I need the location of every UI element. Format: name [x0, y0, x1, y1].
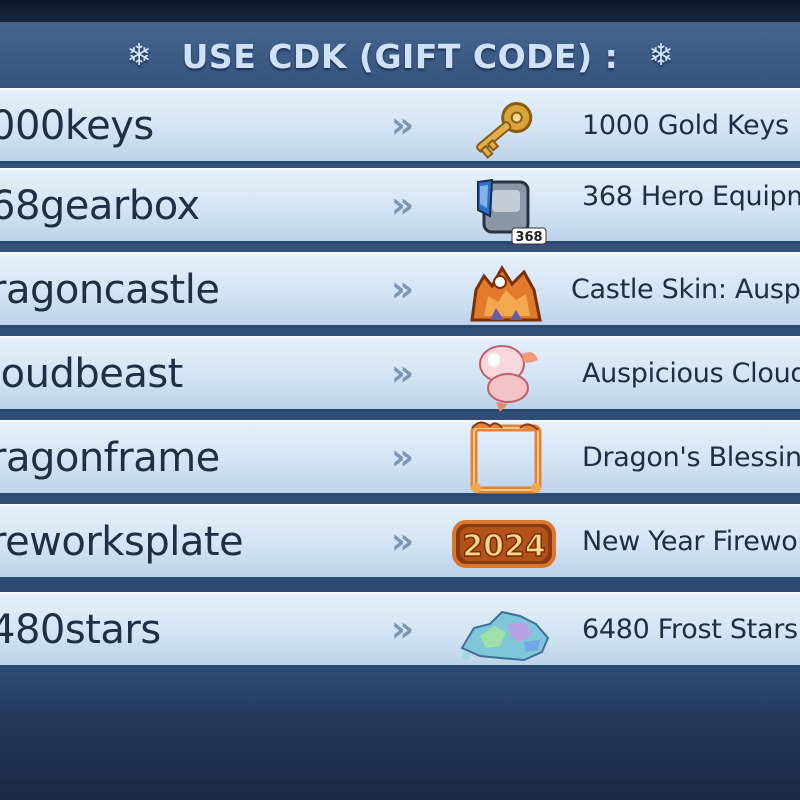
snowflake-icon: ❄ — [648, 38, 674, 73]
reward-label: 1000 Gold Keys — [582, 110, 789, 141]
gift-code-text[interactable]: 68gearbox — [0, 170, 200, 241]
page-title: USE CDK (GIFT CODE) : — [181, 36, 619, 76]
double-chevron-right-icon: » — [390, 437, 414, 478]
snowflake-icon: ❄ — [126, 38, 152, 73]
gift-code-text[interactable]: ragoncastle — [0, 254, 220, 325]
code-row: 68gearbox » 368 368 Hero Equipme — [0, 168, 800, 245]
panel-bottom-edge — [0, 672, 800, 712]
plate-year-text: 2024 — [462, 529, 546, 564]
dragon-castle-icon — [450, 250, 560, 332]
code-row: 000keys » 1000 Gold Keys — [0, 88, 800, 164]
double-chevron-right-icon: » — [390, 185, 414, 226]
gold-key-icon — [450, 86, 560, 168]
reward-label: 6480 Frost Stars — [582, 614, 798, 645]
dragon-frame-icon — [450, 418, 560, 500]
background-floor — [0, 712, 800, 800]
double-chevron-right-icon: » — [390, 521, 414, 562]
panel-header: ❄ USE CDK (GIFT CODE) : ❄ — [0, 22, 800, 93]
double-chevron-right-icon: » — [390, 269, 414, 310]
gift-code-text[interactable]: ragonframe — [0, 422, 220, 493]
code-row: loudbeast » Auspicious Cloud — [0, 336, 800, 412]
gift-code-text[interactable]: 000keys — [0, 90, 154, 161]
code-row: ragonframe » Dragon's Blessing — [0, 420, 800, 496]
gear-box-badge: 368 — [515, 230, 542, 245]
double-chevron-right-icon: » — [390, 609, 414, 650]
code-row: ragoncastle » Castle Skin: Auspici — [0, 252, 800, 328]
top-shadow — [0, 0, 800, 24]
gift-code-text[interactable]: loudbeast — [0, 338, 183, 409]
reward-label: New Year Firewor — [582, 526, 800, 557]
frost-stars-icon — [450, 590, 560, 672]
code-row: reworksplate » 2024 New Year Firewor — [0, 504, 800, 580]
reward-label: Auspicious Cloud — [582, 358, 800, 389]
reward-label: 368 Hero Equipme — [582, 181, 800, 212]
double-chevron-right-icon: » — [390, 105, 414, 146]
reward-label: Castle Skin: Auspici — [571, 274, 800, 305]
double-chevron-right-icon: » — [390, 353, 414, 394]
gear-box-icon: 368 — [450, 166, 560, 248]
gift-code-text[interactable]: reworksplate — [0, 506, 244, 577]
code-row: 480stars » 6480 Frost Stars — [0, 592, 800, 668]
gift-code-text[interactable]: 480stars — [0, 594, 161, 665]
promo-screen: ❄ USE CDK (GIFT CODE) : ❄ 000keys » 1000… — [0, 0, 800, 800]
reward-label: Dragon's Blessing — [582, 442, 800, 473]
cloud-beast-icon — [450, 334, 560, 416]
fireworks-plate-icon: 2024 — [450, 502, 560, 584]
